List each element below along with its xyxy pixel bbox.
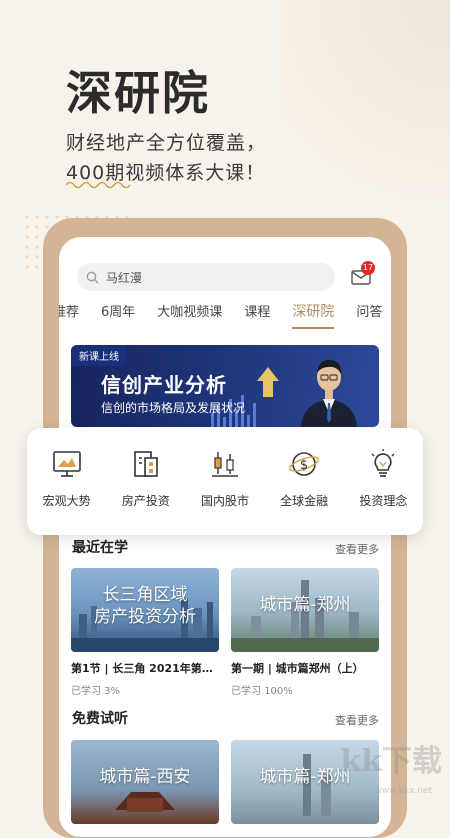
course-title: 第一期 | 城市篇郑州（上） — [231, 662, 364, 675]
category-macro[interactable]: 宏观大势 — [32, 448, 102, 509]
presenter-image — [301, 359, 357, 427]
promo-title: 深研院 — [66, 66, 210, 120]
category-bar: 宏观大势 房产投资 国内股市 $ 全球金融 投资理念 — [27, 428, 423, 535]
recent-more-link[interactable]: 查看更多 — [335, 541, 379, 557]
watermark-url: www.kkx.net — [374, 786, 433, 796]
category-label: 投资理念 — [359, 494, 408, 508]
free-more-link[interactable]: 查看更多 — [335, 712, 379, 728]
tab-bar: 推荐 6周年 大咖视频课 课程 深研院 问答 — [59, 301, 391, 329]
search-icon — [86, 271, 99, 283]
category-domestic-stocks[interactable]: 国内股市 — [190, 448, 260, 509]
banner-title: 信创产业分析 — [101, 373, 227, 397]
tab-recommend[interactable]: 推荐 — [59, 301, 79, 329]
banner-tag: 新课上线 — [71, 345, 127, 366]
search-bar[interactable] — [77, 263, 335, 291]
course-title: 第1节 | 长三角 2021年第一季度... — [71, 662, 219, 675]
banner-subtitle: 信创的市场格局及发展状况 — [101, 401, 246, 415]
course-thumbnail: 城市篇-郑州 — [231, 568, 379, 652]
globe-dollar-icon: $ — [289, 452, 320, 476]
monitor-chart-icon — [52, 451, 81, 477]
section-title-free: 免费试听 — [72, 711, 128, 727]
tab-courses[interactable]: 课程 — [244, 301, 270, 329]
course-progress: 已学习 100% — [231, 686, 293, 697]
recent-card[interactable]: 城市篇-郑州 第一期 | 城市篇郑州（上） 已学习 100% — [231, 568, 379, 697]
lightbulb-icon — [371, 449, 395, 477]
category-investment-philosophy[interactable]: 投资理念 — [348, 448, 418, 509]
tab-qa[interactable]: 问答 — [356, 301, 382, 329]
course-progress: 已学习 3% — [71, 686, 121, 697]
thumbnail-text: 长三角区域 房产投资分析 — [94, 585, 196, 627]
thumbnail-text: 城市篇-郑州 — [259, 595, 351, 615]
category-real-estate[interactable]: 房产投资 — [111, 448, 181, 509]
thumbnail-text: 城市篇-西安 — [99, 767, 191, 787]
promo-line-1: 财经地产全方位覆盖， — [66, 132, 267, 154]
notification-badge: 17 — [361, 261, 375, 275]
building-doc-icon — [133, 451, 158, 477]
category-label: 国内股市 — [200, 494, 249, 508]
category-label: 全球金融 — [280, 494, 329, 508]
free-card[interactable]: 城市篇-西安 — [71, 740, 219, 824]
course-banner[interactable]: 新课上线 信创产业分析 信创的市场格局及发展状况 — [71, 345, 379, 427]
wavy-underline — [66, 181, 131, 189]
tab-expert-videos[interactable]: 大咖视频课 — [157, 301, 222, 329]
candlestick-icon — [211, 452, 238, 477]
promo-header: 深研院 财经地产全方位覆盖， 400期视频体系大课！ — [66, 66, 266, 186]
category-global-finance[interactable]: $ 全球金融 — [269, 448, 339, 509]
tab-research-institute[interactable]: 深研院 — [292, 301, 335, 329]
course-thumbnail: 城市篇-西安 — [71, 740, 219, 824]
recent-card[interactable]: 长三角区域房产投资分析 第1节 | 长三角 2021年第一季度... 已学习 3… — [71, 568, 219, 697]
section-title-recent: 最近在学 — [72, 540, 128, 556]
category-label: 宏观大势 — [42, 494, 91, 508]
watermark-logo: kk下载 — [340, 744, 442, 779]
category-label: 房产投资 — [121, 494, 170, 508]
tab-anniversary[interactable]: 6周年 — [101, 301, 135, 329]
search-input[interactable] — [104, 269, 308, 285]
up-arrow-stem — [263, 381, 273, 397]
course-thumbnail: 长三角区域 房产投资分析 — [71, 568, 219, 652]
svg-text:$: $ — [300, 458, 308, 473]
up-arrow-icon — [257, 367, 279, 381]
